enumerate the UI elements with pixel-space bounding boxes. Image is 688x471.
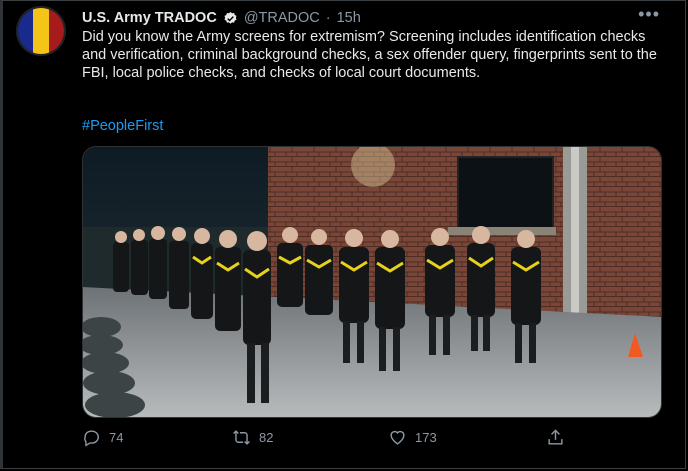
- tweet-actions: 74 82 173: [82, 424, 662, 452]
- heart-icon: [390, 430, 405, 445]
- hashtag-link[interactable]: #PeopleFirst: [82, 118, 163, 134]
- tweet-body: Did you know the Army screens for extrem…: [82, 29, 657, 81]
- avatar-stripe-yellow: [33, 8, 49, 54]
- share-button[interactable]: [546, 428, 565, 447]
- separator-dot: ·: [325, 10, 331, 26]
- like-button[interactable]: 173: [388, 428, 437, 447]
- retweet-button[interactable]: 82: [232, 428, 273, 447]
- tweet-photo[interactable]: [82, 146, 662, 418]
- avatar[interactable]: [16, 6, 66, 56]
- retweet-icon: [233, 430, 250, 445]
- more-horizontal-icon[interactable]: •••: [638, 4, 660, 25]
- photo-illustration: [83, 147, 661, 417]
- tweet-header: U.S. Army TRADOC @TRADOC · 15h: [82, 8, 361, 28]
- author-name[interactable]: U.S. Army TRADOC: [82, 10, 217, 26]
- retweet-count: 82: [259, 430, 274, 445]
- like-count: 173: [415, 430, 437, 445]
- tweet-timestamp[interactable]: 15h: [337, 10, 361, 26]
- reply-button[interactable]: 74: [82, 428, 123, 447]
- share-icon: [548, 429, 563, 445]
- reply-icon: [84, 430, 99, 447]
- verified-badge-icon: [224, 11, 237, 24]
- author-handle[interactable]: @TRADOC: [244, 10, 320, 26]
- reply-count: 74: [109, 430, 124, 445]
